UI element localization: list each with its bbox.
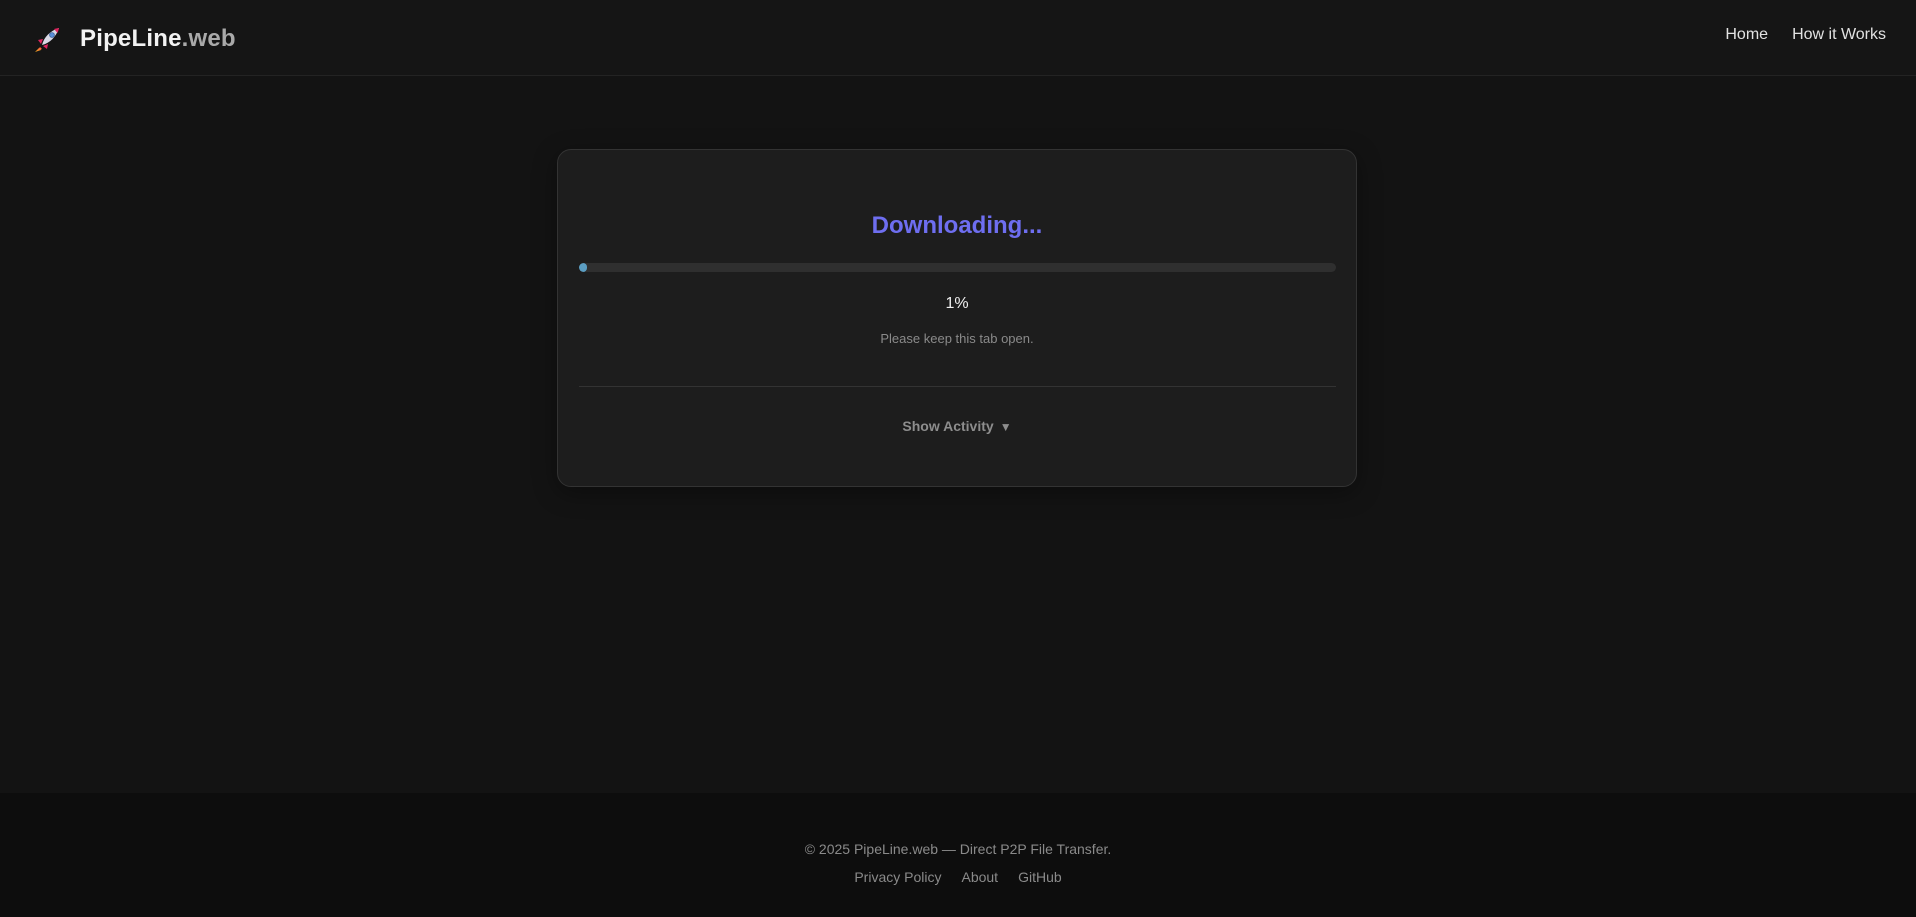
download-progress-percent: 1%	[945, 295, 969, 312]
rocket-icon	[32, 23, 64, 55]
footer-privacy-policy-link[interactable]: Privacy Policy	[854, 869, 941, 885]
transfer-card: Downloading... 1% Please keep this tab o…	[557, 149, 1357, 487]
top-header: PipeLine.web Home How it Works	[0, 0, 1916, 76]
footer-about-link[interactable]: About	[961, 869, 998, 885]
footer-copyright: © 2025 PipeLine.web — Direct P2P File Tr…	[804, 841, 1112, 857]
footer-links: Privacy Policy About GitHub	[0, 869, 1916, 885]
download-progress-bar	[579, 263, 1336, 272]
download-status-title: Downloading...	[871, 212, 1043, 239]
nav-home-link[interactable]: Home	[1725, 26, 1768, 44]
show-activity-label: Show Activity	[902, 418, 994, 434]
site-footer: © 2025 PipeLine.web — Direct P2P File Tr…	[0, 793, 1916, 917]
brand-name-primary: PipeLine	[80, 25, 182, 52]
main-nav: Home How it Works	[1725, 26, 1886, 44]
nav-how-it-works-link[interactable]: How it Works	[1792, 26, 1886, 44]
caret-down-icon: ▼	[999, 420, 1012, 434]
footer-github-link[interactable]: GitHub	[1018, 869, 1062, 885]
keep-tab-open-hint: Please keep this tab open.	[880, 331, 1034, 346]
brand-name-secondary: .web	[181, 25, 236, 52]
app-root: PipeLine.web Home How it Works Downloadi…	[0, 0, 1916, 917]
brand-logo-link[interactable]: PipeLine.web	[32, 22, 236, 56]
download-progress-fill	[579, 263, 587, 272]
card-divider	[579, 386, 1336, 387]
show-activity-toggle[interactable]: Show Activity ▼	[558, 418, 1356, 434]
brand-name: PipeLine.web	[80, 25, 236, 53]
